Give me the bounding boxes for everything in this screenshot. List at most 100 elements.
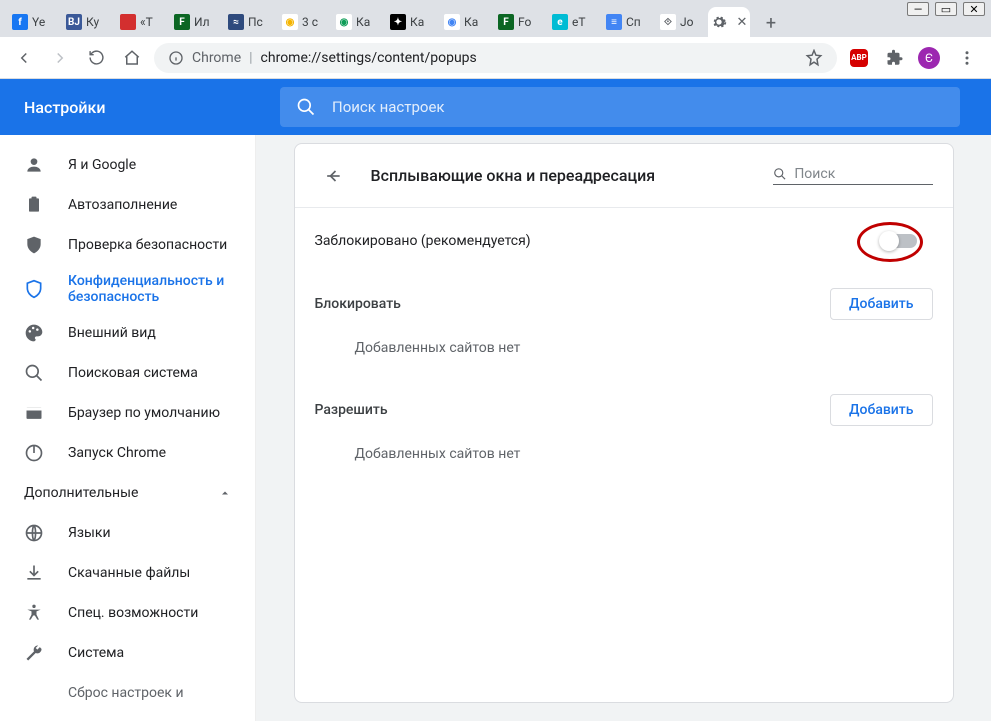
block-empty-text: Добавленных сайтов нет — [295, 334, 953, 380]
sidebar-label: Спец. возможности — [68, 605, 198, 621]
tab-title: Ка — [356, 15, 370, 29]
palette-icon — [24, 323, 44, 343]
sidebar-advanced-toggle[interactable]: Дополнительные — [0, 473, 255, 513]
sidebar-label: Браузер по умолчанию — [68, 405, 220, 421]
window-close[interactable]: ✕ — [963, 2, 985, 16]
browser-tab[interactable]: ✦ Ка — [384, 7, 437, 37]
sidebar-item-startup[interactable]: Запуск Chrome — [0, 433, 255, 473]
browser-tab[interactable]: F Fo — [492, 7, 545, 37]
toolbar: Chrome | chrome://settings/content/popup… — [0, 37, 991, 79]
blocked-toggle[interactable] — [881, 234, 917, 248]
tab-title: Fo — [518, 15, 531, 29]
tab-title: Jo — [680, 15, 693, 29]
tab-title: Ку — [86, 15, 99, 29]
shield-check-icon — [24, 235, 44, 255]
sidebar-label: Поисковая система — [68, 365, 198, 381]
favicon: ВЈ — [66, 14, 82, 30]
allow-section-header: Разрешить Добавить — [295, 380, 953, 440]
favicon: ◉ — [282, 14, 298, 30]
back-button[interactable] — [10, 44, 38, 72]
browser-tab[interactable]: ≡Сп — [600, 7, 653, 37]
card-search-input[interactable] — [794, 166, 932, 182]
gear-icon — [711, 14, 727, 30]
menu-button[interactable] — [953, 44, 981, 72]
tab-close-icon[interactable]: ✕ — [737, 15, 748, 30]
tab-title: Сп — [626, 15, 641, 29]
tab-title: Ил — [194, 15, 210, 29]
sidebar-item-profile[interactable]: Я и Google — [0, 145, 255, 185]
card-back-button[interactable] — [315, 158, 351, 194]
tab-title: 3 с — [302, 15, 318, 29]
settings-search-input[interactable] — [332, 98, 944, 116]
search-icon — [296, 97, 316, 117]
browser-icon — [24, 403, 44, 423]
browser-tab-active[interactable]: ✕ — [708, 7, 750, 37]
settings-search[interactable] — [280, 87, 960, 127]
new-tab-button[interactable]: + — [757, 9, 785, 37]
profile-avatar[interactable]: Є — [917, 44, 945, 72]
browser-tab[interactable]: fYe — [6, 7, 59, 37]
sidebar-label: Сброс настроек и — [68, 685, 184, 701]
person-icon — [24, 155, 44, 175]
favicon: F — [498, 14, 514, 30]
home-button[interactable] — [118, 44, 146, 72]
power-icon — [24, 443, 44, 463]
tab-title: Ка — [410, 15, 424, 29]
browser-tab[interactable]: FИл — [168, 7, 221, 37]
browser-tab[interactable]: ◉ 3 с — [276, 7, 329, 37]
globe-icon — [24, 523, 44, 543]
forward-button[interactable] — [46, 44, 74, 72]
star-icon[interactable] — [805, 49, 823, 67]
browser-tab[interactable]: ◉Ка — [330, 7, 383, 37]
favicon: ⟐ — [660, 14, 676, 30]
browser-tab[interactable]: ◉Ка — [438, 7, 491, 37]
sidebar-item-system[interactable]: Система — [0, 633, 255, 673]
sidebar: Я и Google Автозаполнение Проверка безоп… — [0, 135, 256, 721]
sidebar-item-privacy[interactable]: Конфиденциальность и безопасность — [0, 265, 255, 313]
sidebar-item-reset[interactable]: Сброс настроек и — [0, 673, 255, 713]
browser-tab[interactable]: ВЈ Ку — [60, 7, 113, 37]
favicon: ✦ — [390, 14, 406, 30]
search-icon — [773, 166, 787, 182]
sidebar-label: Скачанные файлы — [68, 565, 190, 581]
advanced-label: Дополнительные — [24, 485, 138, 501]
url-separator: | — [249, 50, 252, 66]
wrench-icon — [24, 643, 44, 663]
browser-tab[interactable]: eeT — [546, 7, 599, 37]
sidebar-item-safety[interactable]: Проверка безопасности — [0, 225, 255, 265]
favicon — [120, 14, 136, 30]
tab-title: Ка — [464, 15, 478, 29]
settings-card: Всплывающие окна и переадресация Заблоки… — [294, 143, 954, 703]
allow-section-title: Разрешить — [315, 402, 388, 418]
adblock-extension[interactable]: ABP — [845, 44, 873, 72]
sidebar-item-search[interactable]: Поисковая система — [0, 353, 255, 393]
allow-empty-text: Добавленных сайтов нет — [295, 440, 953, 486]
browser-tab[interactable]: ≈Пс — [222, 7, 275, 37]
sidebar-item-appearance[interactable]: Внешний вид — [0, 313, 255, 353]
reload-button[interactable] — [82, 44, 110, 72]
sidebar-item-accessibility[interactable]: Спец. возможности — [0, 593, 255, 633]
window-maximize[interactable]: ▭ — [935, 2, 957, 16]
extensions-button[interactable] — [881, 44, 909, 72]
shield-icon — [24, 279, 44, 299]
url-scheme-label: Chrome — [192, 50, 241, 66]
main-panel: Всплывающие окна и переадресация Заблоки… — [256, 135, 991, 721]
address-bar[interactable]: Chrome | chrome://settings/content/popup… — [154, 43, 837, 73]
sidebar-item-autofill[interactable]: Автозаполнение — [0, 185, 255, 225]
content-area: Я и Google Автозаполнение Проверка безоп… — [0, 135, 991, 721]
sidebar-item-default-browser[interactable]: Браузер по умолчанию — [0, 393, 255, 433]
card-search[interactable] — [773, 166, 933, 185]
window-minimize[interactable]: — — [907, 2, 929, 16]
favicon: f — [12, 14, 28, 30]
favicon: e — [552, 14, 568, 30]
allow-add-button[interactable]: Добавить — [830, 394, 932, 426]
browser-tab[interactable]: ⟐ Jo — [654, 7, 707, 37]
tab-title: Пс — [248, 15, 263, 29]
accessibility-icon — [24, 603, 44, 623]
block-add-button[interactable]: Добавить — [830, 288, 932, 320]
browser-tab[interactable]: «Т — [114, 7, 167, 37]
sidebar-item-languages[interactable]: Языки — [0, 513, 255, 553]
sidebar-item-downloads[interactable]: Скачанные файлы — [0, 553, 255, 593]
sidebar-label: Я и Google — [68, 157, 136, 173]
blocked-toggle-row: Заблокировано (рекомендуется) — [295, 208, 953, 274]
